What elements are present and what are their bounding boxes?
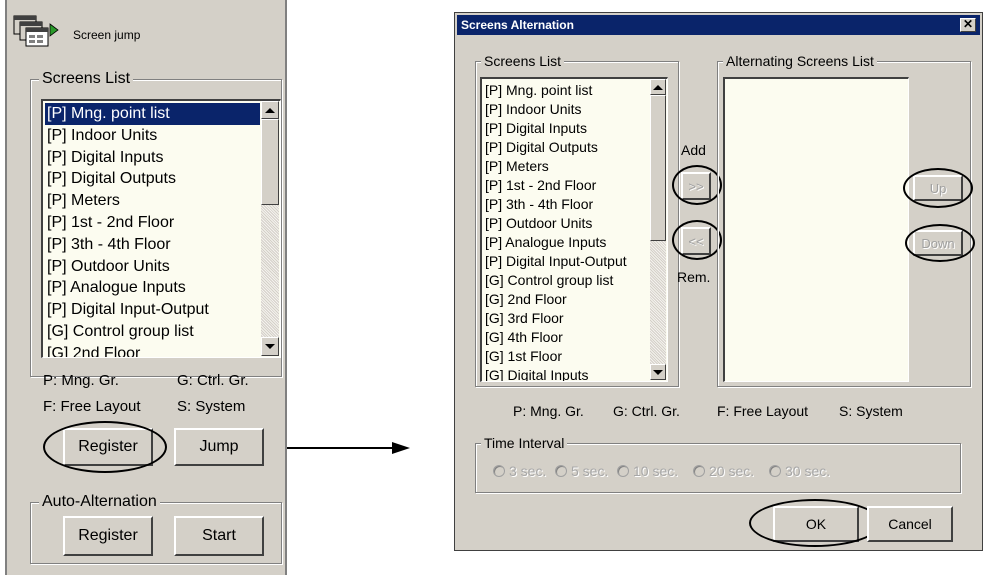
screen-list-item[interactable]: [P] Digital Input-Output	[45, 299, 260, 321]
radio-button-icon[interactable]	[693, 465, 705, 477]
triangle-up-icon	[653, 84, 663, 90]
radio-button-icon[interactable]	[769, 465, 781, 477]
time-interval-option-label: 3 sec.	[509, 463, 547, 479]
dialog-scroll-thumb[interactable]	[650, 95, 666, 241]
dialog-screen-list-item[interactable]: [P] Digital Inputs	[484, 119, 650, 138]
remove-label: Rem.	[677, 269, 711, 285]
auto-register-button[interactable]: Register	[63, 516, 153, 556]
cancel-button[interactable]: Cancel	[867, 506, 953, 542]
dialog-legend-ctrl-group: G: Ctrl. Gr.	[613, 403, 680, 419]
ok-highlight-ellipse	[749, 499, 881, 547]
close-icon[interactable]: ✕	[960, 18, 976, 32]
triangle-down-icon	[265, 344, 275, 349]
screen-list-item[interactable]: [P] 3th - 4th Floor	[45, 234, 260, 256]
dialog-screens-scrollbar[interactable]	[650, 79, 666, 380]
up-highlight-ellipse	[903, 168, 973, 208]
triangle-down-icon	[653, 369, 663, 375]
radio-button-icon[interactable]	[617, 465, 629, 477]
dialog-screen-list-item[interactable]: [P] Digital Input-Output	[484, 252, 650, 271]
add-label: Add	[681, 142, 706, 158]
dialog-scroll-down-button[interactable]	[650, 364, 666, 380]
screen-list-item[interactable]: [P] Outdoor Units	[45, 256, 260, 278]
time-interval-option[interactable]: 5 sec.	[555, 463, 608, 479]
dialog-screen-list-item[interactable]: [P] Mng. point list	[484, 81, 650, 100]
down-highlight-ellipse	[905, 224, 975, 262]
screen-list-item[interactable]: [P] Indoor Units	[45, 125, 260, 147]
alternating-listbox[interactable]	[723, 77, 909, 382]
register-highlight-ellipse	[43, 421, 167, 473]
auto-alternation-label: Auto-Alternation	[39, 493, 160, 511]
connector-arrow-line	[287, 447, 392, 449]
dialog-screen-list-item[interactable]: [P] Indoor Units	[484, 100, 650, 119]
time-interval-option-label: 20 sec.	[709, 463, 755, 479]
screen-list-item[interactable]: [P] Digital Inputs	[45, 147, 260, 169]
dialog-screens-listbox[interactable]: [P] Mng. point list [P] Indoor Units [P] D…	[480, 77, 668, 382]
jump-button[interactable]: Jump	[174, 428, 264, 466]
dialog-screen-list-item[interactable]: [G] Control group list	[484, 271, 650, 290]
screen-list-item[interactable]: [P] Analogue Inputs	[45, 277, 260, 299]
dialog-screen-list-item[interactable]: [G] 3rd Floor	[484, 309, 650, 328]
screens-listbox[interactable]: [P] Mng. point list [P] Indoor Units [P] D…	[41, 99, 281, 358]
remove-highlight-ellipse	[672, 220, 722, 260]
dialog-screen-list-item[interactable]: [P] 3th - 4th Floor	[484, 195, 650, 214]
dialog-title: Screens Alternation	[461, 18, 574, 32]
screen-jump-panel: Screen jump Screens List [P] Mng. point …	[5, 0, 287, 575]
stacked-windows-icon	[13, 15, 59, 47]
time-interval-label: Time Interval	[481, 435, 568, 451]
time-interval-option[interactable]: 30 sec.	[769, 463, 830, 479]
scroll-thumb[interactable]	[261, 119, 279, 205]
dialog-screens-list-label: Screens List	[481, 53, 565, 69]
dialog-legend-free-layout: F: Free Layout	[717, 403, 809, 419]
alternating-list-label: Alternating Screens List	[723, 53, 877, 69]
time-interval-option-label: 30 sec.	[785, 463, 831, 479]
radio-button-icon[interactable]	[555, 465, 567, 477]
legend-free-layout: F: Free Layout	[43, 398, 141, 415]
dialog-screen-list-item[interactable]: [G] Digital Inputs	[484, 366, 650, 381]
screens-list-items: [P] Mng. point list [P] Indoor Units [P] D…	[45, 103, 260, 357]
dialog-screens-list-items: [P] Mng. point list [P] Indoor Units [P] D…	[484, 81, 650, 381]
dialog-screen-list-item[interactable]: [G] 4th Floor	[484, 328, 650, 347]
dialog-screen-list-item[interactable]: [P] 1st - 2nd Floor	[484, 176, 650, 195]
screen-list-item[interactable]: [P] Meters	[45, 190, 260, 212]
dialog-scroll-up-button[interactable]	[650, 79, 666, 95]
time-interval-option-label: 10 sec.	[633, 463, 679, 479]
triangle-up-icon	[265, 107, 275, 113]
dialog-screen-list-item[interactable]: [P] Meters	[484, 157, 650, 176]
time-interval-option[interactable]: 10 sec.	[617, 463, 678, 479]
radio-button-icon[interactable]	[493, 465, 505, 477]
scroll-down-button[interactable]	[261, 337, 279, 356]
time-interval-option[interactable]: 20 sec.	[693, 463, 754, 479]
start-button[interactable]: Start	[174, 516, 264, 556]
screens-scrollbar[interactable]	[261, 101, 279, 356]
screen-list-item[interactable]: [P] 1st - 2nd Floor	[45, 212, 260, 234]
dialog-screen-list-item[interactable]: [P] Analogue Inputs	[484, 233, 650, 252]
right-arrow-icon	[392, 442, 410, 454]
dialog-screen-list-item[interactable]: [G] 2nd Floor	[484, 290, 650, 309]
panel-title: Screen jump	[73, 28, 141, 42]
screens-list-label: Screens List	[39, 70, 134, 88]
legend-system: S: System	[177, 398, 246, 415]
time-interval-options: 3 sec. 5 sec. 10 sec. 20 sec. 30 sec.	[493, 463, 953, 483]
dialog-legend-system: S: System	[839, 403, 903, 419]
screen-list-item[interactable]: [G] 2nd Floor	[45, 343, 260, 357]
dialog-screen-list-item[interactable]: [G] 1st Floor	[484, 347, 650, 366]
dialog-screen-list-item[interactable]: [P] Digital Outputs	[484, 138, 650, 157]
legend-ctrl-group: G: Ctrl. Gr.	[177, 372, 249, 389]
add-highlight-ellipse	[672, 165, 722, 205]
dialog-screen-list-item[interactable]: [P] Outdoor Units	[484, 214, 650, 233]
screen-list-item[interactable]: [P] Mng. point list	[45, 103, 260, 125]
legend-mng-group: P: Mng. Gr.	[43, 372, 119, 389]
dialog-legend-mng-group: P: Mng. Gr.	[513, 403, 584, 419]
screen-list-item[interactable]: [P] Digital Outputs	[45, 168, 260, 190]
dialog-title-bar: Screens Alternation ✕	[457, 15, 980, 35]
time-interval-option-label: 5 sec.	[571, 463, 609, 479]
time-interval-option[interactable]: 3 sec.	[493, 463, 546, 479]
screens-alternation-dialog: Screens Alternation ✕ Screens List [P] M…	[454, 12, 983, 551]
scroll-up-button[interactable]	[261, 101, 279, 119]
screen-list-item[interactable]: [G] Control group list	[45, 321, 260, 343]
